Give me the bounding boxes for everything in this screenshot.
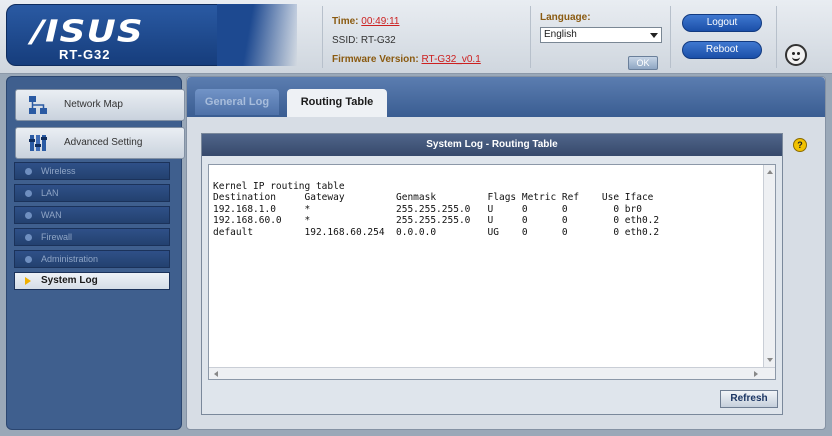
language-label: Language:	[540, 12, 591, 23]
log-line: default 192.168.60.254 0.0.0.0 UG 0 0 0 …	[213, 226, 660, 238]
ssid-value: RT-G32	[360, 35, 396, 46]
language-section: Language: English OK	[540, 12, 662, 70]
sidebar-item-firewall[interactable]: Firewall	[14, 228, 170, 246]
header: /ISUS RT-G32 Time: 00:49:11 SSID: RT-G32…	[0, 0, 832, 74]
chevron-down-icon	[650, 33, 658, 38]
bullet-icon	[25, 168, 32, 175]
routing-table-panel: System Log - Routing Table Kernel IP rou…	[201, 133, 783, 415]
reboot-button[interactable]: Reboot	[682, 41, 762, 59]
vertical-scrollbar[interactable]	[763, 165, 775, 367]
scroll-left-icon[interactable]	[214, 371, 218, 377]
network-map-icon	[29, 96, 47, 114]
divider	[776, 6, 777, 68]
divider	[530, 6, 531, 68]
log-line: Kernel IP routing table	[213, 180, 345, 192]
divider	[322, 6, 323, 68]
user-avatar-icon[interactable]	[785, 44, 807, 66]
firmware-link[interactable]: RT-G32_v0.1	[421, 54, 480, 65]
panel-title: System Log - Routing Table	[202, 134, 782, 156]
log-line: Destination Gateway Genmask Flags Metric…	[213, 192, 654, 203]
logout-button[interactable]: Logout	[682, 14, 762, 32]
bullet-icon	[25, 212, 32, 219]
sidebar-item-wireless[interactable]: Wireless	[14, 162, 170, 180]
divider	[670, 6, 671, 68]
sidebar-item-label: Advanced Setting	[64, 137, 143, 148]
scroll-down-icon[interactable]	[767, 358, 773, 362]
bullet-icon	[25, 234, 32, 241]
model-name: RT-G32	[59, 47, 111, 62]
tab-bar: General Log Routing Table	[187, 77, 825, 117]
tab-general-log[interactable]: General Log	[195, 89, 279, 115]
sidebar-item-system-log[interactable]: System Log	[14, 272, 170, 290]
sidebar-item-label: System Log	[41, 275, 98, 286]
scroll-right-icon[interactable]	[754, 371, 758, 377]
advanced-setting-icon	[29, 135, 47, 151]
sidebar-item-advanced-setting[interactable]: Advanced Setting	[15, 127, 185, 159]
sidebar-item-wan[interactable]: WAN	[14, 206, 170, 224]
brand-logo: /ISUS	[31, 14, 144, 49]
sidebar-item-label: Administration	[41, 254, 99, 264]
bullet-icon	[25, 256, 32, 263]
log-line: 192.168.60.0 * 255.255.255.0 U 0 0 0 eth…	[213, 215, 660, 226]
sidebar-item-network-map[interactable]: Network Map	[15, 89, 185, 121]
status-info: Time: 00:49:11 SSID: RT-G32 Firmware Ver…	[332, 12, 481, 69]
language-select[interactable]: English	[540, 27, 662, 43]
bullet-icon	[25, 190, 32, 197]
log-content: Kernel IP routing table Destination Gate…	[213, 169, 659, 238]
horizontal-scrollbar[interactable]	[209, 367, 775, 379]
refresh-button[interactable]: Refresh	[720, 390, 778, 408]
main-content: General Log Routing Table ? System Log -…	[186, 76, 826, 430]
help-icon[interactable]: ?	[793, 138, 807, 152]
arrow-right-icon	[25, 277, 31, 285]
sidebar-item-administration[interactable]: Administration	[14, 250, 170, 268]
sidebar-submenu: Wireless LAN WAN Firewall Administration…	[14, 162, 170, 426]
ssid-label: SSID:	[332, 35, 359, 46]
time-label: Time:	[332, 16, 359, 27]
sidebar-item-label: WAN	[41, 210, 62, 220]
sidebar-item-label: Wireless	[41, 166, 76, 176]
firmware-label: Firmware Version:	[332, 54, 419, 65]
logo: /ISUS RT-G32	[6, 4, 297, 66]
sidebar-item-label: Network Map	[64, 99, 123, 110]
language-value: English	[544, 29, 577, 40]
sidebar-item-label: LAN	[41, 188, 59, 198]
routing-log-textarea[interactable]: Kernel IP routing table Destination Gate…	[208, 164, 776, 380]
language-ok-button[interactable]: OK	[628, 56, 658, 70]
tab-routing-table[interactable]: Routing Table	[287, 89, 387, 117]
time-link[interactable]: 00:49:11	[361, 16, 399, 27]
sidebar-item-lan[interactable]: LAN	[14, 184, 170, 202]
scroll-up-icon[interactable]	[767, 170, 773, 174]
log-line: 192.168.1.0 * 255.255.255.0 U 0 0 0 br0	[213, 203, 642, 215]
sidebar-item-label: Firewall	[41, 232, 73, 242]
